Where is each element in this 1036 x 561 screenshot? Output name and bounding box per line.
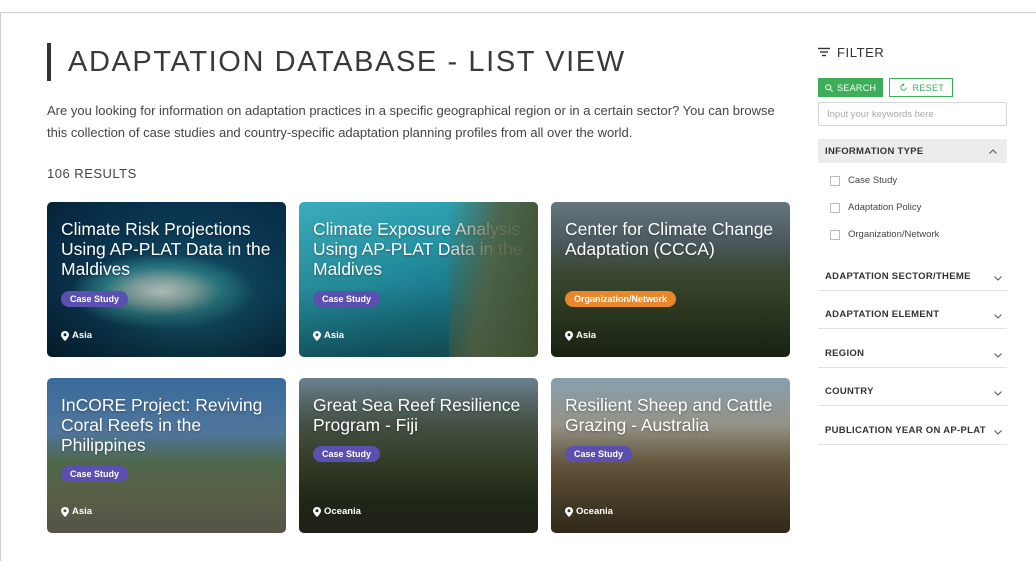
filter-buttons: SEARCH RESET bbox=[818, 78, 1007, 97]
location-pin-icon bbox=[313, 330, 321, 341]
information-type-options: Case Study Adaptation Policy Organizatio… bbox=[818, 163, 1007, 248]
reset-button-label: RESET bbox=[912, 82, 945, 93]
filter-label: FILTER bbox=[837, 44, 885, 60]
option-organization-network[interactable]: Organization/Network bbox=[830, 221, 1007, 248]
option-adaptation-policy[interactable]: Adaptation Policy bbox=[830, 194, 1007, 221]
card-title[interactable]: InCORE Project: Reviving Coral Reefs in … bbox=[61, 395, 276, 455]
card-location-label: Asia bbox=[72, 506, 93, 517]
card-location: Asia bbox=[313, 330, 344, 341]
location-pin-icon bbox=[565, 506, 573, 517]
result-card[interactable]: Center for Climate Change Adaptation (CC… bbox=[551, 202, 790, 357]
card-title[interactable]: Climate Exposure Analysis Using AP-PLAT … bbox=[313, 219, 528, 279]
filter-section-adaptation-sector[interactable]: ADAPTATION SECTOR/THEME bbox=[818, 252, 1007, 291]
main-content: ADAPTATION DATABASE - LIST VIEW Are you … bbox=[47, 40, 792, 181]
option-label: Organization/Network bbox=[848, 229, 940, 240]
filter-section-country[interactable]: COUNTRY bbox=[818, 368, 1007, 406]
filter-header: FILTER bbox=[818, 40, 1007, 64]
filter-section-label: ADAPTATION SECTOR/THEME bbox=[825, 270, 971, 282]
result-card[interactable]: Resilient Sheep and Cattle Grazing - Aus… bbox=[551, 378, 790, 533]
location-pin-icon bbox=[565, 330, 573, 341]
result-card[interactable]: Great Sea Reef Resilience Program - Fiji… bbox=[299, 378, 538, 533]
chevron-down-icon bbox=[994, 429, 1002, 435]
card-title[interactable]: Center for Climate Change Adaptation (CC… bbox=[565, 219, 780, 259]
reset-icon bbox=[899, 83, 907, 91]
card-title[interactable]: Climate Risk Projections Using AP-PLAT D… bbox=[61, 219, 276, 279]
chevron-down-icon bbox=[994, 391, 1002, 396]
filter-section-label: INFORMATION TYPE bbox=[825, 145, 924, 157]
option-label: Adaptation Policy bbox=[848, 202, 922, 213]
filter-sidebar: FILTER SEARCH RESET INFORMATION TYPE Cas… bbox=[818, 40, 1007, 445]
filter-section-label: COUNTRY bbox=[825, 386, 874, 397]
filter-section-publication-year[interactable]: PUBLICATION YEAR ON AP-PLAT bbox=[818, 406, 1007, 445]
chevron-down-icon bbox=[994, 275, 1002, 281]
card-location: Asia bbox=[61, 330, 92, 341]
card-location: Asia bbox=[61, 506, 92, 517]
results-count: 106 RESULTS bbox=[47, 166, 137, 181]
card-badge: Case Study bbox=[61, 291, 129, 307]
option-label: Case Study bbox=[848, 175, 898, 186]
card-title[interactable]: Resilient Sheep and Cattle Grazing - Aus… bbox=[565, 395, 780, 435]
card-location-label: Asia bbox=[324, 330, 345, 341]
filter-icon bbox=[818, 47, 830, 57]
filter-section-information-type[interactable]: INFORMATION TYPE bbox=[818, 139, 1007, 163]
intro-text: Are you looking for information on adapt… bbox=[47, 103, 775, 140]
card-badge: Case Study bbox=[313, 446, 381, 462]
search-button-label: SEARCH bbox=[837, 82, 877, 93]
card-location: Oceania bbox=[565, 506, 613, 517]
card-location-label: Asia bbox=[72, 330, 93, 341]
filter-section-label: ADAPTATION ELEMENT bbox=[825, 309, 940, 320]
card-location: Asia bbox=[565, 330, 596, 341]
checkbox[interactable] bbox=[830, 202, 840, 213]
chevron-down-icon bbox=[994, 352, 1002, 358]
title-accent-bar bbox=[47, 43, 51, 81]
location-pin-icon bbox=[61, 506, 69, 517]
keyword-search-input[interactable] bbox=[818, 102, 1007, 126]
card-badge: Case Study bbox=[61, 466, 129, 482]
card-title[interactable]: Great Sea Reef Resilience Program - Fiji bbox=[313, 395, 528, 435]
result-card[interactable]: InCORE Project: Reviving Coral Reefs in … bbox=[47, 378, 286, 533]
page-title: ADAPTATION DATABASE - LIST VIEW bbox=[68, 45, 626, 78]
filter-section-region[interactable]: REGION bbox=[818, 329, 1007, 368]
search-icon bbox=[825, 83, 833, 92]
result-card[interactable]: Climate Exposure Analysis Using AP-PLAT … bbox=[299, 202, 538, 357]
location-pin-icon bbox=[313, 506, 321, 517]
card-location-label: Oceania bbox=[324, 506, 361, 517]
filter-section-label: PUBLICATION YEAR ON AP-PLAT bbox=[825, 424, 986, 436]
title-row: ADAPTATION DATABASE - LIST VIEW bbox=[47, 40, 792, 84]
option-case-study[interactable]: Case Study bbox=[830, 167, 1007, 194]
card-badge: Case Study bbox=[565, 446, 633, 462]
reset-button[interactable]: RESET bbox=[889, 78, 954, 97]
location-pin-icon bbox=[61, 330, 69, 341]
card-location-label: Oceania bbox=[576, 506, 613, 517]
checkbox[interactable] bbox=[830, 175, 840, 186]
card-location: Oceania bbox=[313, 506, 361, 517]
checkbox[interactable] bbox=[830, 229, 840, 240]
card-location-label: Asia bbox=[576, 330, 597, 341]
card-badge: Organization/Network bbox=[565, 291, 677, 307]
filter-section-label: REGION bbox=[825, 347, 865, 359]
card-badge: Case Study bbox=[313, 291, 381, 307]
chevron-down-icon bbox=[994, 314, 1002, 319]
search-button[interactable]: SEARCH bbox=[818, 78, 884, 97]
chevron-up-icon bbox=[989, 148, 997, 154]
filter-section-adaptation-element[interactable]: ADAPTATION ELEMENT bbox=[818, 291, 1007, 329]
result-card[interactable]: Climate Risk Projections Using AP-PLAT D… bbox=[47, 202, 286, 357]
